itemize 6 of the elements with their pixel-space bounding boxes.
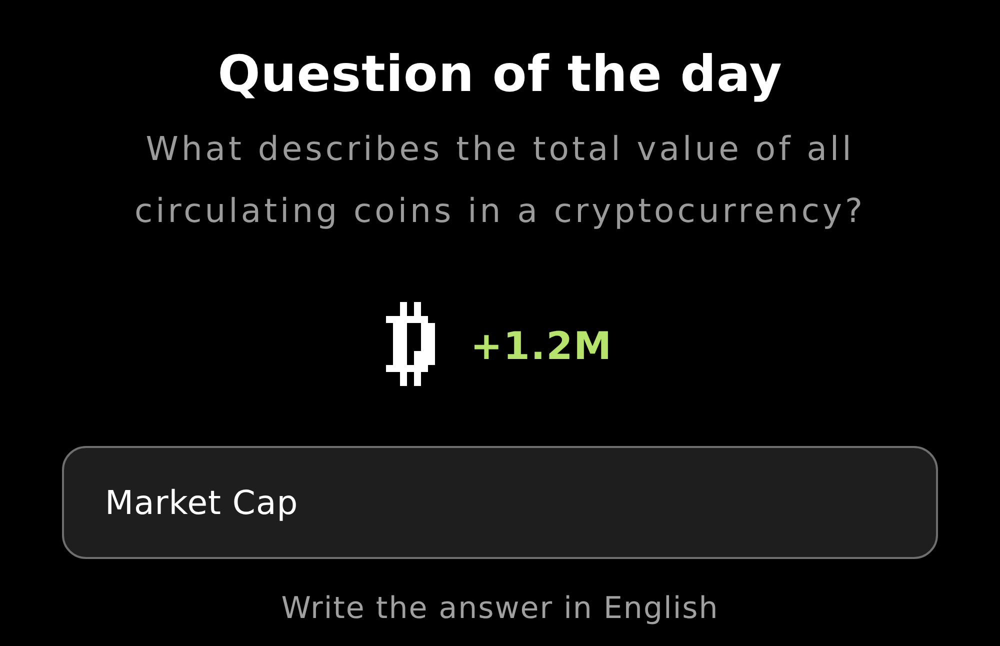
- question-text: What describes the total value of all circulating coins in a cryptocurrency?: [133, 128, 867, 232]
- hint-text: Write the answer in English: [281, 590, 719, 628]
- bitcoin-icon: [386, 302, 434, 386]
- reward-amount: +1.2M: [470, 322, 612, 370]
- page-title: Question of the day: [218, 44, 782, 105]
- answer-field[interactable]: Market Cap: [62, 446, 938, 559]
